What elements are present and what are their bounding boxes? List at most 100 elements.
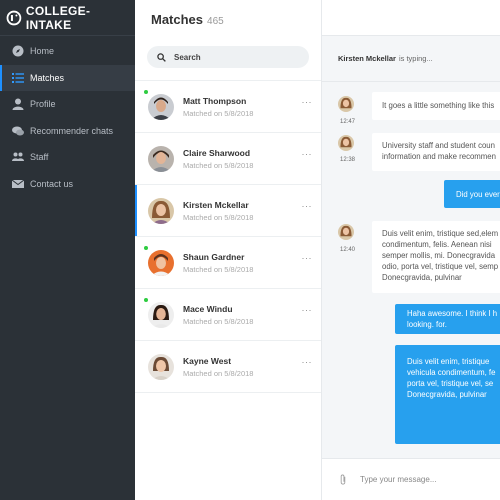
avatar [338, 224, 354, 240]
match-info: Mace Windu Matched on 5/8/2018 [183, 304, 253, 326]
sidebar-nav: Home Matches Profile Recommender chats S… [0, 38, 135, 197]
avatar [148, 93, 174, 120]
paperclip-icon[interactable] [338, 474, 348, 485]
avatar-wrap [148, 145, 174, 172]
message-bubble: Duis velit enim, tristique sed,elem cond… [372, 221, 500, 293]
match-info: Kirsten Mckellar Matched on 5/8/2018 [183, 200, 253, 222]
message-line: Donecgravida, pulvinar [382, 273, 462, 282]
message-line: It goes a little something like this [382, 101, 495, 110]
message-line: Duis velit enim, tristique sed,elem [382, 229, 499, 238]
avatar [148, 249, 174, 276]
matches-panel: Matches 465 Matt Thompson Matched on 5/8… [135, 0, 322, 500]
sidebar-item-label: Matches [30, 72, 65, 83]
avatar [148, 301, 174, 328]
brand-name: COLLEGE-INTAKE [25, 3, 91, 32]
sidebar-item-contact-us[interactable]: Contact us [0, 171, 135, 197]
logo-icon [6, 10, 22, 25]
avatar [148, 145, 174, 172]
compass-icon [12, 45, 24, 57]
message-time: 12:40 [340, 247, 356, 253]
message-line: Did you ever [456, 190, 500, 199]
avatar-wrap [148, 197, 174, 224]
match-date: Matched on 5/8/2018 [183, 160, 254, 170]
online-indicator [144, 245, 148, 250]
brand[interactable]: COLLEGE-INTAKE [0, 0, 135, 36]
typing-text: is typing... [398, 54, 433, 63]
search-input[interactable] [174, 52, 294, 62]
sidebar-item-profile[interactable]: Profile [0, 91, 135, 117]
matches-count: 465 [207, 16, 224, 27]
chat-bubbles-icon [12, 126, 24, 136]
match-date: Matched on 5/8/2018 [183, 264, 254, 274]
match-name: Shaun Gardner [183, 251, 245, 262]
typing-name: Kirsten Mckellar [338, 54, 396, 63]
list-item[interactable]: Kayne West Matched on 5/8/2018 ··· [135, 341, 321, 393]
message-bubble-outgoing: Haha awesome. I think I h looking. for. [395, 304, 500, 334]
envelope-icon [12, 179, 24, 188]
sidebar-item-matches[interactable]: Matches [0, 64, 135, 91]
match-list: Matt Thompson Matched on 5/8/2018 ··· Cl… [135, 80, 321, 393]
list-item[interactable]: Kirsten Mckellar Matched on 5/8/2018 ··· [135, 185, 321, 237]
message-line: looking. for. [407, 320, 447, 329]
sidebar-item-label: Recommender chats [30, 125, 114, 136]
sidebar-item-label: Profile [30, 99, 56, 110]
list-item[interactable]: Shaun Gardner Matched on 5/8/2018 ··· [135, 237, 321, 289]
match-date: Matched on 5/8/2018 [183, 212, 254, 222]
message-bubble-outgoing: Duis velit enim, tristique vehicula cond… [395, 345, 500, 444]
match-info: Matt Thompson Matched on 5/8/2018 [183, 96, 253, 118]
match-name: Claire Sharwood [183, 147, 251, 158]
online-indicator [144, 297, 148, 302]
avatar [148, 353, 174, 380]
message-bubble: It goes a little something like this [372, 92, 500, 120]
message-line: vehicula condimentum, fe [407, 368, 496, 377]
match-date: Matched on 5/8/2018 [183, 368, 254, 378]
avatar [148, 197, 174, 224]
sidebar-item-home[interactable]: Home [0, 38, 135, 64]
message-time: 12:47 [340, 119, 356, 125]
sidebar: COLLEGE-INTAKE Home Matches Profile Reco… [0, 0, 135, 500]
more-options-icon[interactable]: ··· [302, 201, 313, 211]
message-line: Duis velit enim, tristique [407, 357, 490, 366]
search-icon [157, 52, 166, 62]
matches-header: Matches 465 [135, 0, 321, 36]
page-title: Matches [151, 12, 204, 27]
message-time: 12:38 [340, 157, 356, 163]
list-item[interactable]: Mace Windu Matched on 5/8/2018 ··· [135, 289, 321, 341]
sidebar-item-staff[interactable]: Staff [0, 144, 135, 170]
avatar-wrap [148, 353, 174, 380]
match-date: Matched on 5/8/2018 [183, 108, 254, 118]
online-indicator [144, 89, 148, 94]
more-options-icon[interactable]: ··· [302, 149, 313, 159]
match-name: Kirsten Mckellar [183, 199, 249, 210]
more-options-icon[interactable]: ··· [302, 253, 313, 263]
match-info: Claire Sharwood Matched on 5/8/2018 [183, 148, 253, 170]
avatar-wrap [144, 297, 174, 328]
typing-indicator: Kirsten Mckellar is typing... [322, 36, 500, 82]
list-item[interactable]: Matt Thompson Matched on 5/8/2018 ··· [135, 81, 321, 133]
match-name: Matt Thompson [183, 95, 247, 106]
people-icon [12, 152, 24, 162]
match-info: Kayne West Matched on 5/8/2018 [183, 356, 253, 378]
avatar [338, 96, 354, 112]
more-options-icon[interactable]: ··· [302, 357, 313, 367]
sidebar-item-recommender-chats[interactable]: Recommender chats [0, 118, 135, 144]
message-line: semper mollis, mi. Donecgravida [382, 251, 496, 260]
message-line: condimentum, felis. Aenean nisi [382, 240, 492, 249]
search-box[interactable] [147, 46, 309, 68]
message-line: Donecgravida, pulvinar [407, 390, 487, 399]
list-item[interactable]: Claire Sharwood Matched on 5/8/2018 ··· [135, 133, 321, 185]
message-line: porta vel, tristique vel, se [407, 379, 494, 388]
match-info: Shaun Gardner Matched on 5/8/2018 [183, 252, 253, 274]
message-line: Haha awesome. I think I h [407, 309, 498, 318]
sidebar-item-label: Contact us [30, 178, 74, 189]
more-options-icon[interactable]: ··· [302, 305, 313, 315]
match-name: Kayne West [183, 355, 232, 366]
match-date: Matched on 5/8/2018 [183, 316, 254, 326]
avatar-wrap [144, 245, 174, 276]
message-line: information and make recommen [382, 152, 496, 161]
chat-header [322, 0, 500, 36]
message-bubble: University staff and student coun inform… [372, 133, 500, 171]
more-options-icon[interactable]: ··· [302, 97, 313, 107]
message-input[interactable] [360, 475, 490, 484]
sidebar-item-label: Staff [30, 152, 49, 163]
